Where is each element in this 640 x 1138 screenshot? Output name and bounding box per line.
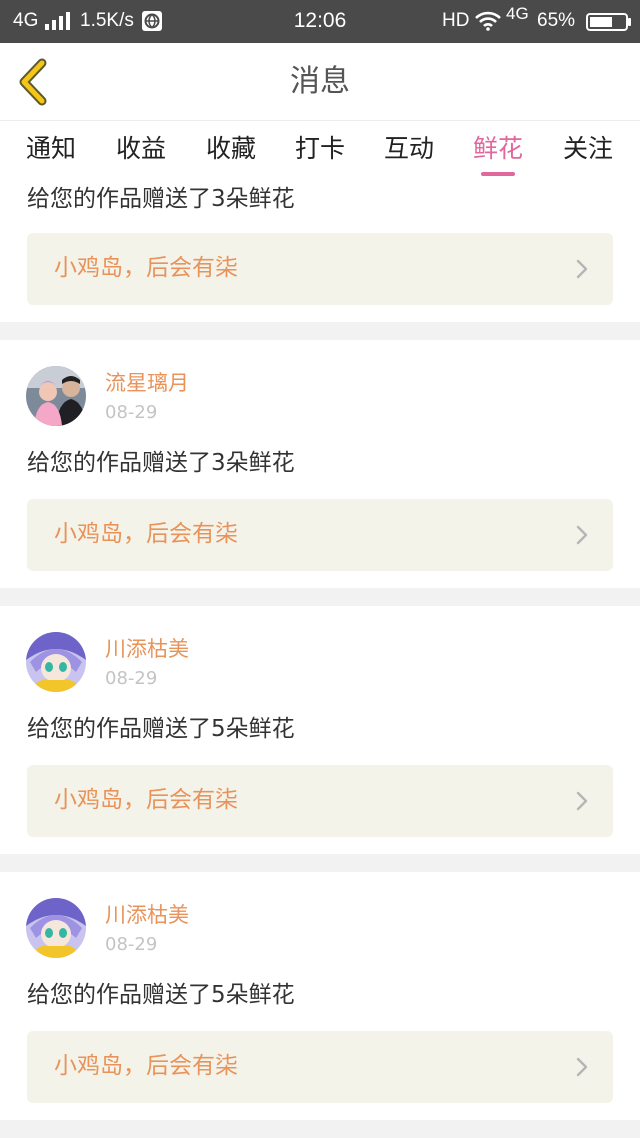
avatar[interactable] (26, 898, 86, 958)
user-name[interactable]: 川添枯美 (105, 902, 189, 928)
network-type-secondary: 4G (506, 4, 529, 23)
message-text: 给您的作品赠送了5朵鲜花 (27, 982, 295, 1008)
user-name[interactable]: 流星璃月 (105, 370, 189, 396)
tab-flowers[interactable]: 鲜花 (453, 121, 543, 182)
battery-icon (586, 13, 632, 38)
avatar[interactable] (26, 366, 86, 426)
tab-notifications[interactable]: 通知 (6, 121, 96, 182)
tab-label: 关注 (562, 134, 613, 163)
work-title: 小鸡岛，后会有柒 (54, 521, 238, 547)
work-link[interactable]: 小鸡岛，后会有柒 (27, 765, 613, 837)
message-card: 流星璃月 08-29 给您的作品赠送了3朵鲜花 小鸡岛，后会有柒 (0, 340, 640, 588)
tab-label: 收藏 (205, 134, 256, 163)
hd-indicator: HD (442, 10, 470, 31)
page-title: 消息 (290, 64, 350, 99)
status-bar: 4G 1.5K/s 12:06 HD 4G 65% (0, 0, 640, 43)
tab-label: 通知 (25, 134, 76, 163)
tab-checkin[interactable]: 打卡 (275, 121, 365, 182)
tab-favorites[interactable]: 收藏 (186, 121, 276, 182)
work-link[interactable]: 小鸡岛，后会有柒 (27, 1031, 613, 1103)
work-title: 小鸡岛，后会有柒 (54, 255, 238, 281)
chevron-right-icon (576, 791, 588, 811)
message-date: 08-29 (105, 934, 158, 955)
battery-percent: 65% (537, 10, 576, 31)
wifi-icon (474, 11, 502, 38)
message-list[interactable]: 给您的作品赠送了3朵鲜花 小鸡岛，后会有柒 流星璃月 08-29 给您的作品赠送… (0, 182, 640, 1138)
message-date: 08-29 (105, 668, 158, 689)
chevron-right-icon (576, 525, 588, 545)
work-link[interactable]: 小鸡岛，后会有柒 (27, 499, 613, 571)
tab-label: 打卡 (294, 134, 345, 163)
work-link[interactable]: 小鸡岛，后会有柒 (27, 233, 613, 305)
work-title: 小鸡岛，后会有柒 (54, 1053, 238, 1079)
tab-label: 鲜花 (472, 134, 523, 163)
active-tab-indicator (481, 172, 515, 176)
tab-following[interactable]: 关注 (543, 121, 633, 182)
tab-bar: 通知 收益 收藏 打卡 互动 鲜花 关注 (0, 121, 640, 182)
work-title: 小鸡岛，后会有柒 (54, 787, 238, 813)
message-text: 给您的作品赠送了3朵鲜花 (27, 450, 295, 476)
message-text: 给您的作品赠送了3朵鲜花 (27, 186, 295, 212)
chevron-right-icon (576, 1057, 588, 1077)
tab-label: 互动 (383, 134, 434, 163)
tab-interactions[interactable]: 互动 (364, 121, 454, 182)
message-card: 川添枯美 08-29 给您的作品赠送了5朵鲜花 小鸡岛，后会有柒 (0, 606, 640, 854)
message-card: 给您的作品赠送了3朵鲜花 小鸡岛，后会有柒 (0, 182, 640, 322)
tab-earnings[interactable]: 收益 (96, 121, 186, 182)
chevron-right-icon (576, 259, 588, 279)
message-text: 给您的作品赠送了5朵鲜花 (27, 716, 295, 742)
tab-label: 收益 (115, 134, 166, 163)
message-card: 川添枯美 08-29 给您的作品赠送了5朵鲜花 小鸡岛，后会有柒 (0, 872, 640, 1120)
header: 消息 (0, 43, 640, 121)
user-name[interactable]: 川添枯美 (105, 636, 189, 662)
message-date: 08-29 (105, 402, 158, 423)
avatar[interactable] (26, 632, 86, 692)
